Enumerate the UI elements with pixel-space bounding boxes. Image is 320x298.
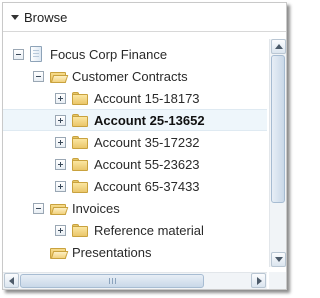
document-icon	[30, 46, 42, 62]
folder-open-icon	[50, 70, 69, 83]
tree-node-reference-material[interactable]: Reference material	[55, 219, 204, 241]
vertical-scroll-thumb[interactable]	[271, 55, 285, 203]
scroll-right-icon[interactable]	[251, 273, 266, 288]
tree-node-label: Focus Corp Finance	[50, 46, 168, 62]
tree-node-presentations[interactable]: Presentations	[50, 241, 152, 263]
tree-node-label: Account 35-17232	[94, 134, 200, 150]
horizontal-scroll-thumb[interactable]	[20, 274, 204, 288]
folder-tree: Focus Corp Finance Customer Contracts Ac…	[3, 39, 267, 267]
tree-node-account[interactable]: Account 15-18173	[55, 87, 200, 109]
scrollbar-corner	[269, 272, 286, 289]
expand-icon[interactable]	[55, 158, 66, 170]
folder-icon	[72, 135, 89, 149]
browse-header[interactable]: Browse	[3, 3, 286, 31]
folder-icon	[72, 91, 89, 105]
scroll-left-icon[interactable]	[4, 273, 19, 288]
tree-node-label: Account 65-37433	[94, 178, 200, 194]
tree-node-label: Customer Contracts	[72, 68, 188, 84]
tree-node-label: Account 15-18173	[94, 90, 200, 106]
tree-node-label: Reference material	[94, 222, 204, 238]
tree-node-root[interactable]: Focus Corp Finance	[13, 43, 167, 65]
scroll-up-icon[interactable]	[271, 39, 286, 54]
folder-open-icon	[50, 202, 69, 215]
tree-node-label: Account 25-13652	[94, 112, 205, 128]
caret-down-icon[interactable]	[11, 15, 19, 20]
tree-node-label: Presentations	[72, 244, 152, 260]
expand-icon[interactable]	[55, 92, 66, 104]
folder-icon	[72, 113, 89, 127]
tree-node-account[interactable]: Account 55-23623	[55, 153, 200, 175]
collapse-icon[interactable]	[33, 70, 44, 82]
tree-node-account[interactable]: Account 65-37433	[55, 175, 200, 197]
tree-node-customer-contracts[interactable]: Customer Contracts	[33, 65, 188, 87]
tree-node-invoices[interactable]: Invoices	[33, 197, 120, 219]
collapse-icon[interactable]	[13, 48, 24, 60]
collapse-icon[interactable]	[33, 202, 44, 214]
vertical-scrollbar[interactable]	[269, 39, 286, 267]
folder-open-icon	[50, 246, 69, 259]
folder-icon	[72, 157, 89, 171]
browse-title: Browse	[24, 9, 68, 25]
tree-node-account[interactable]: Account 35-17232	[55, 131, 200, 153]
browse-panel: Browse Focus Corp Finance Customer Contr…	[2, 2, 287, 290]
folder-icon	[72, 223, 89, 237]
horizontal-scrollbar[interactable]	[3, 272, 267, 289]
tree-node-label: Account 55-23623	[94, 156, 200, 172]
folder-icon	[72, 179, 89, 193]
expand-icon[interactable]	[55, 224, 66, 236]
header-divider	[3, 31, 286, 32]
expand-icon[interactable]	[55, 136, 66, 148]
tree-node-account-selected[interactable]: Account 25-13652	[55, 109, 205, 131]
scroll-down-icon[interactable]	[271, 252, 286, 267]
expand-icon[interactable]	[55, 114, 66, 126]
tree-node-label: Invoices	[72, 200, 120, 216]
expand-icon[interactable]	[55, 180, 66, 192]
